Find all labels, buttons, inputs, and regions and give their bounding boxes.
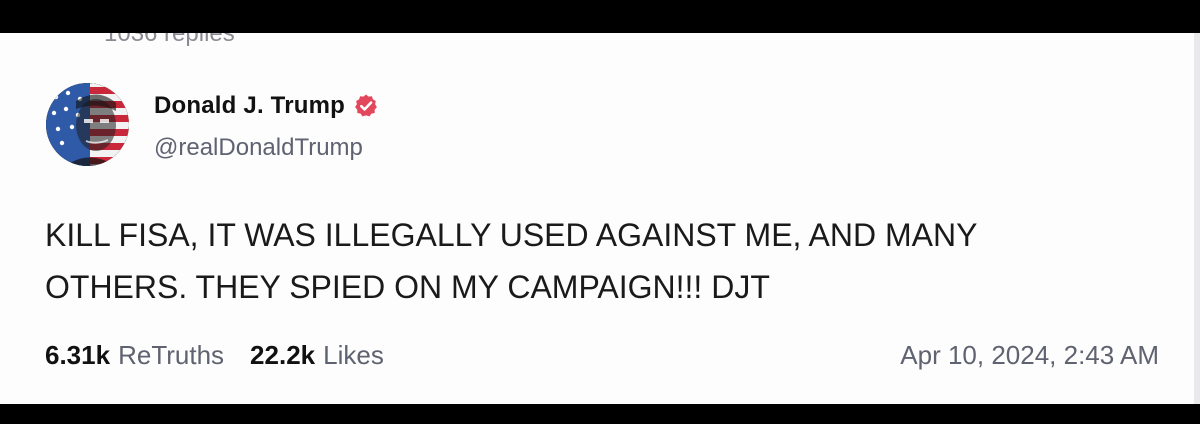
post-body-text: KILL FISA, IT WAS ILLEGALLY USED AGAINST…	[45, 217, 978, 305]
card-edge	[1194, 33, 1200, 404]
post-stats: 6.31k ReTruths 22.2k Likes	[45, 340, 384, 371]
top-letterbox	[0, 0, 1200, 33]
likes-label[interactable]: Likes	[323, 340, 384, 371]
previous-post-replies-count: 1036 replies	[104, 33, 235, 47]
retruths-count[interactable]: 6.31k	[45, 340, 110, 371]
author-name-row[interactable]: Donald J. Trump	[154, 89, 379, 123]
post-timestamp[interactable]: Apr 10, 2024, 2:43 AM	[900, 340, 1159, 371]
post-card: 1036 replies Donald J. Trump @realDonald…	[0, 33, 1200, 404]
author-display-name[interactable]: Donald J. Trump	[154, 92, 345, 120]
flag-portrait-avatar-icon	[46, 83, 129, 166]
author-handle[interactable]: @realDonaldTrump	[154, 134, 363, 162]
retruths-label[interactable]: ReTruths	[118, 340, 224, 371]
bottom-letterbox	[0, 404, 1200, 424]
likes-count[interactable]: 22.2k	[250, 340, 315, 371]
avatar[interactable]	[46, 83, 129, 166]
verified-badge-icon	[353, 93, 379, 119]
